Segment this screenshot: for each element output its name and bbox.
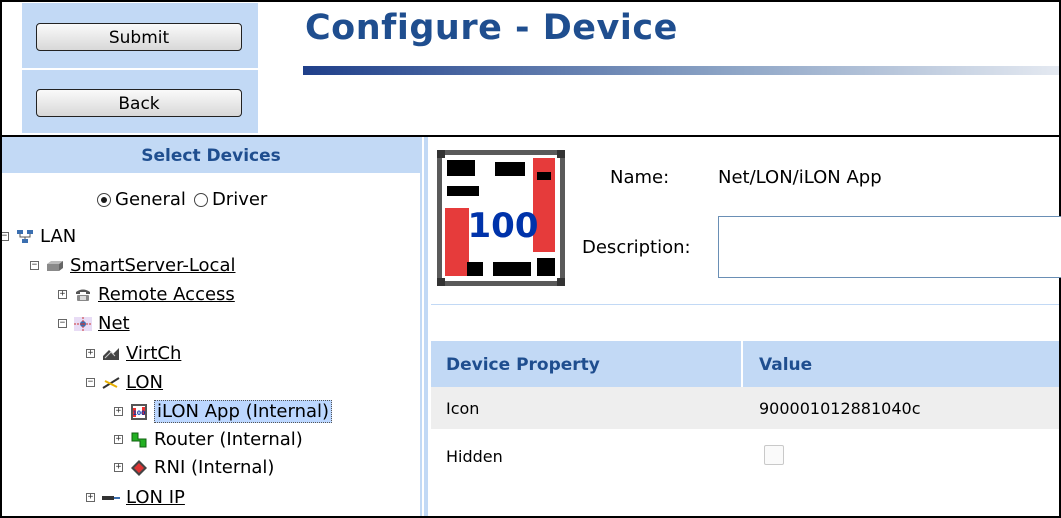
tree-item-label[interactable]: Remote Access [98, 284, 235, 305]
tree-item-label[interactable]: LON IP [126, 487, 185, 508]
rni-icon [131, 459, 147, 476]
device-properties-panel: 100 Name: Net/LON/iLON App Description: … [428, 137, 1061, 516]
driver-radio-label[interactable]: Driver [212, 189, 267, 210]
expand-toggle[interactable]: + [114, 407, 123, 416]
collapse-toggle[interactable]: − [30, 261, 39, 270]
general-radio[interactable] [97, 192, 111, 207]
name-value: Net/LON/iLON App [718, 167, 882, 188]
svg-text:100: 100 [133, 410, 146, 417]
server-icon [47, 260, 63, 271]
tree-item-remote-access[interactable]: + Remote Access [58, 284, 235, 305]
description-input[interactable] [718, 216, 1061, 278]
tree-item-label[interactable]: iLON App (Internal) [154, 400, 333, 423]
back-button[interactable]: Back [36, 89, 242, 117]
lon-channel-icon [102, 376, 120, 389]
lan-icon [17, 229, 33, 243]
collapse-toggle[interactable]: − [58, 319, 67, 328]
property-table-header: Device Property Value [431, 341, 1059, 387]
tree-item-lon-ip[interactable]: + LON IP [86, 487, 185, 508]
expand-toggle[interactable]: + [86, 349, 95, 358]
ilon-app-icon: 100 [131, 403, 147, 420]
device-tree-panel: Select Devices General Driver − LAN − Sm… [2, 137, 422, 516]
column-separator [741, 341, 743, 387]
tree-item-router[interactable]: + Router (Internal) [114, 429, 303, 450]
property-name: Hidden [446, 447, 503, 466]
column-header-value[interactable]: Value [759, 355, 812, 375]
device-icon-label: 100 [468, 206, 539, 246]
expand-toggle[interactable]: + [86, 493, 95, 502]
property-name: Icon [446, 399, 480, 418]
tree-header: Select Devices [2, 137, 420, 173]
tree-item-net[interactable]: − Net [58, 313, 130, 334]
table-row: Hidden [431, 435, 1059, 477]
table-top-divider [431, 304, 1059, 305]
driver-radio[interactable] [193, 192, 208, 207]
collapse-toggle[interactable]: − [2, 232, 9, 241]
page-title: Configure - Device [305, 8, 678, 48]
tree-item-lan[interactable]: − LAN [2, 226, 76, 247]
description-label: Description: [582, 237, 691, 258]
property-value[interactable]: 900001012881040c [759, 399, 921, 418]
expand-toggle[interactable]: + [58, 290, 67, 299]
tree-item-label[interactable]: RNI (Internal) [154, 457, 274, 478]
router-icon [131, 432, 147, 447]
network-icon [74, 316, 92, 331]
lon-ip-icon [102, 495, 120, 500]
tree-item-label[interactable]: LAN [40, 226, 76, 247]
tree-item-ilon-app[interactable]: + 100 iLON App (Internal) [114, 400, 333, 423]
expand-toggle[interactable]: + [114, 435, 123, 444]
action-button-panel: Submit Back [22, 3, 258, 133]
virtual-channel-icon [103, 347, 119, 360]
tree-item-smartserver-local[interactable]: − SmartServer-Local [30, 255, 235, 276]
tree-item-virtch[interactable]: + VirtCh [86, 343, 181, 364]
tree-item-label[interactable]: SmartServer-Local [70, 255, 235, 276]
phone-icon [76, 289, 90, 301]
table-row: Icon 900001012881040c [431, 387, 1059, 429]
tree-item-lon[interactable]: − LON [86, 372, 163, 393]
column-header-property[interactable]: Device Property [446, 355, 600, 375]
view-mode-radio-group: General Driver [97, 189, 267, 210]
collapse-toggle[interactable]: − [86, 378, 95, 387]
name-label: Name: [610, 167, 670, 188]
title-underline-bar [303, 66, 1059, 75]
tree-item-label[interactable]: VirtCh [126, 343, 181, 364]
general-radio-label[interactable]: General [115, 189, 186, 210]
tree-item-label[interactable]: LON [126, 372, 163, 393]
hidden-checkbox[interactable] [764, 445, 784, 465]
tree-panel-edge [420, 137, 422, 516]
button-divider [22, 68, 258, 70]
tree-item-label[interactable]: Net [98, 313, 130, 334]
device-large-icon: 100 [437, 150, 565, 286]
tree-item-label[interactable]: Router (Internal) [154, 429, 303, 450]
tree-item-rni[interactable]: + RNI (Internal) [114, 457, 274, 478]
tree-title: Select Devices [141, 146, 281, 166]
expand-toggle[interactable]: + [114, 463, 123, 472]
submit-button[interactable]: Submit [36, 23, 242, 51]
